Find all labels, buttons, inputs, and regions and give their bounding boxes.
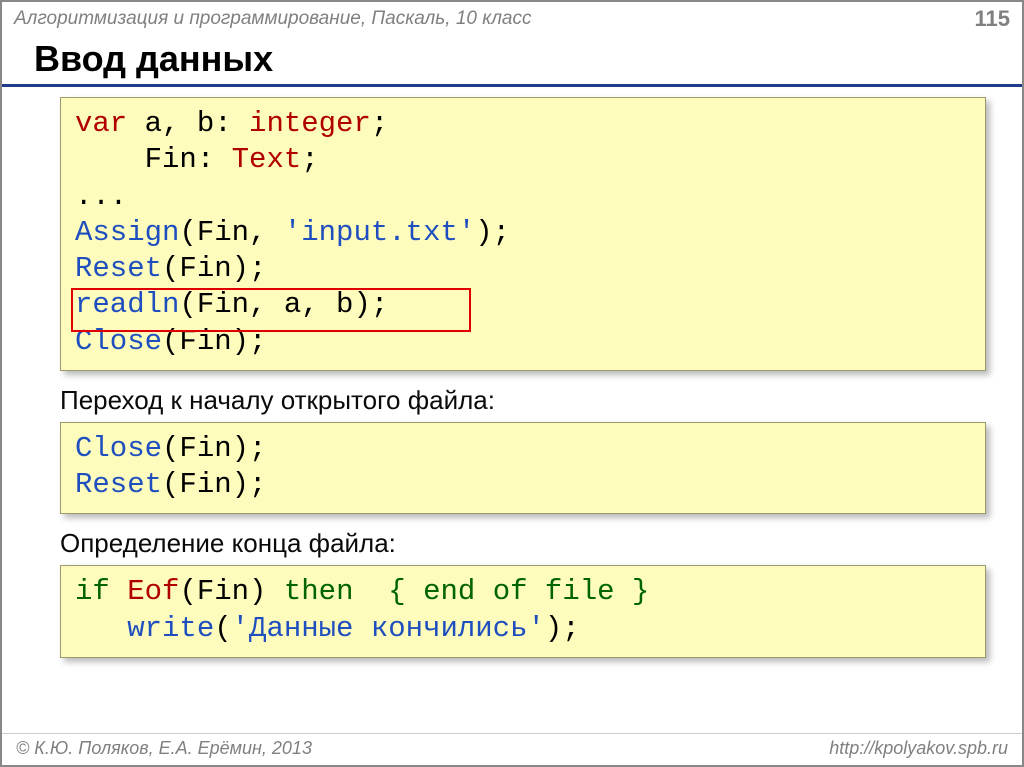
token-text-type: Text xyxy=(232,143,302,176)
footer-authors: © К.Ю. Поляков, Е.А. Ерёмин, 2013 xyxy=(16,738,312,759)
header-bar: Алгоритмизация и программирование, Паска… xyxy=(2,2,1022,34)
token: (Fin); xyxy=(162,325,266,358)
token xyxy=(353,575,388,608)
token: a, b: xyxy=(127,107,249,140)
token xyxy=(75,612,127,645)
slide-title: Ввод данных xyxy=(34,38,1022,80)
token-comment: { end of file } xyxy=(388,575,649,608)
token xyxy=(110,575,127,608)
code-block-1: var a, b: integer; Fin: Text; ... Assign… xyxy=(60,97,986,371)
token: ); xyxy=(545,612,580,645)
content-area: var a, b: integer; Fin: Text; ... Assign… xyxy=(2,87,1022,658)
token-if: if xyxy=(75,575,110,608)
token: (Fin, a, b); xyxy=(179,288,388,321)
token: Fin: xyxy=(75,143,232,176)
token-eof: Eof xyxy=(127,575,179,608)
page-number: 115 xyxy=(975,6,1011,32)
token: (Fin) xyxy=(179,575,283,608)
token-string: 'input.txt' xyxy=(284,216,475,249)
token-close: Close xyxy=(75,432,162,465)
token-ellipsis: ... xyxy=(75,180,127,213)
code-block-2: Close(Fin); Reset(Fin); xyxy=(60,422,986,515)
token-readln: readln xyxy=(75,288,179,321)
token: (Fin); xyxy=(162,468,266,501)
token-close: Close xyxy=(75,325,162,358)
token: (Fin); xyxy=(162,432,266,465)
token: (Fin); xyxy=(162,252,266,285)
token-var: var xyxy=(75,107,127,140)
token-reset: Reset xyxy=(75,252,162,285)
course-label: Алгоритмизация и программирование, Паска… xyxy=(14,8,532,30)
slide: Алгоритмизация и программирование, Паска… xyxy=(0,0,1024,767)
token: ; xyxy=(371,107,388,140)
footer-bar: © К.Ю. Поляков, Е.А. Ерёмин, 2013 http:/… xyxy=(2,733,1022,765)
token: (Fin, xyxy=(179,216,283,249)
token: ; xyxy=(301,143,318,176)
token-write: write xyxy=(127,612,214,645)
token-integer: integer xyxy=(249,107,371,140)
token: ( xyxy=(214,612,231,645)
code-block-3: if Eof(Fin) then { end of file } write('… xyxy=(60,565,986,658)
token-then: then xyxy=(284,575,354,608)
token-assign: Assign xyxy=(75,216,179,249)
footer-url: http://kpolyakov.spb.ru xyxy=(829,738,1008,759)
token-string: 'Данные кончились' xyxy=(232,612,545,645)
token: ); xyxy=(475,216,510,249)
token-reset: Reset xyxy=(75,468,162,501)
caption-rewind: Переход к началу открытого файла: xyxy=(60,385,986,416)
caption-eof: Определение конца файла: xyxy=(60,528,986,559)
